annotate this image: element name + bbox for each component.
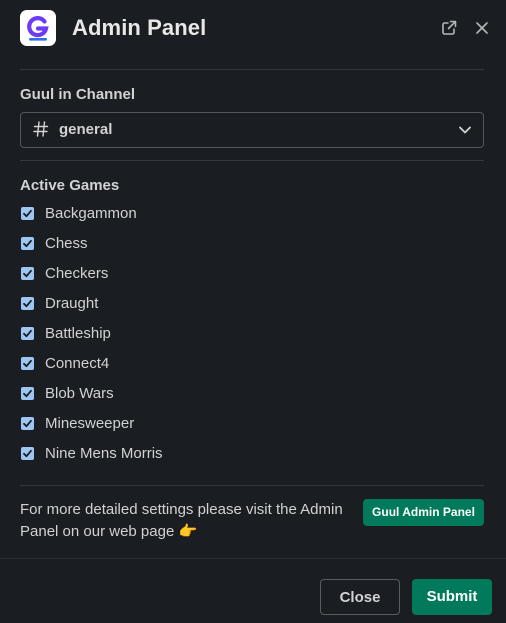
game-label: Backgammon [45,205,137,222]
game-label: Draught [45,295,99,312]
guul-admin-panel-button[interactable]: Guul Admin Panel [363,499,484,526]
game-label: Chess [45,235,88,252]
close-button[interactable]: Close [320,579,400,615]
checkbox-checked-icon[interactable] [21,357,34,370]
modal-title: Admin Panel [72,15,207,40]
modal-header: Admin Panel [0,0,506,60]
chevron-down-icon [459,126,471,134]
game-label: Nine Mens Morris [45,445,163,462]
checkbox-checked-icon[interactable] [21,447,34,460]
channel-select[interactable]: general [20,112,484,148]
checkbox-checked-icon[interactable] [21,387,34,400]
checkbox-checked-icon[interactable] [21,417,34,430]
hash-icon [33,121,49,137]
pointing-right-emoji-icon: 👉 [178,523,198,540]
game-checkbox-nine-mens-morris[interactable]: Nine Mens Morris [20,445,320,471]
game-checkbox-minesweeper[interactable]: Minesweeper [20,415,320,441]
game-label: Minesweeper [45,415,135,432]
submit-button[interactable]: Submit [412,579,492,615]
game-checkbox-battleship[interactable]: Battleship [20,325,320,351]
admin-panel-info-text: For more detailed settings please visit … [20,499,350,543]
checkbox-checked-icon[interactable] [21,297,34,310]
game-label: Checkers [45,265,109,282]
games-section-label: Active Games [20,177,120,194]
divider [20,485,484,486]
checkbox-checked-icon[interactable] [21,207,34,220]
game-label: Connect4 [45,355,110,372]
game-label: Blob Wars [45,385,114,402]
game-checkbox-draught[interactable]: Draught [20,295,320,321]
game-checkbox-chess[interactable]: Chess [20,235,320,261]
channel-section-label: Guul in Channel [20,86,135,103]
close-icon[interactable] [472,18,492,38]
channel-select-value: general [59,121,113,138]
game-checkbox-checkers[interactable]: Checkers [20,265,320,291]
open-in-new-window-icon[interactable] [439,18,459,38]
game-label: Battleship [45,325,111,342]
game-checkbox-blob-wars[interactable]: Blob Wars [20,385,320,411]
divider [20,160,484,161]
guul-logo-icon [27,16,49,41]
checkbox-checked-icon[interactable] [21,237,34,250]
divider [20,69,484,70]
game-checkbox-connect4[interactable]: Connect4 [20,355,320,381]
checkbox-checked-icon[interactable] [21,267,34,280]
app-logo [20,10,56,46]
checkbox-checked-icon[interactable] [21,327,34,340]
game-checkbox-backgammon[interactable]: Backgammon [20,205,320,231]
footer-divider [0,558,506,559]
